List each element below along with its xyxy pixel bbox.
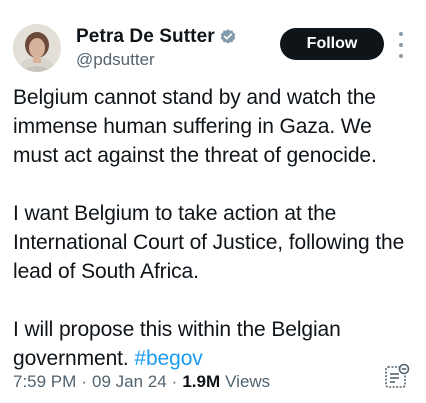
avatar[interactable] [13, 24, 61, 72]
tweet-date[interactable]: 09 Jan 24 [92, 372, 167, 392]
views-count: 1.9M [182, 372, 221, 391]
author-name[interactable]: Petra De Sutter [76, 26, 215, 48]
tweet-paragraph: I will propose this within the Belgian g… [13, 315, 413, 373]
hashtag-link[interactable]: #begov [134, 347, 202, 370]
tweet-paragraph: I want Belgium to take action at the Int… [13, 202, 405, 283]
analytics-icon[interactable] [383, 362, 411, 390]
tweet-time[interactable]: 7:59 PM [13, 372, 76, 392]
tweet-text: Belgium cannot stand by and watch the im… [13, 83, 413, 373]
more-options-icon[interactable] [394, 32, 408, 58]
follow-button[interactable]: Follow [280, 28, 384, 60]
author-name-row: Petra De Sutter [76, 26, 237, 48]
tweet-meta: 7:59 PM · 09 Jan 24 · 1.9M Views [13, 372, 270, 392]
meta-separator: · [81, 372, 87, 391]
author-handle[interactable]: @pdsutter [76, 50, 155, 70]
views-label: Views [225, 372, 271, 391]
verified-badge-icon[interactable] [219, 28, 237, 46]
meta-separator: · [171, 372, 178, 391]
profile-photo-icon [13, 24, 61, 72]
tweet-paragraph: Belgium cannot stand by and watch the im… [13, 86, 377, 167]
tweet-header: Petra De Sutter @pdsutter Follow [0, 0, 426, 90]
